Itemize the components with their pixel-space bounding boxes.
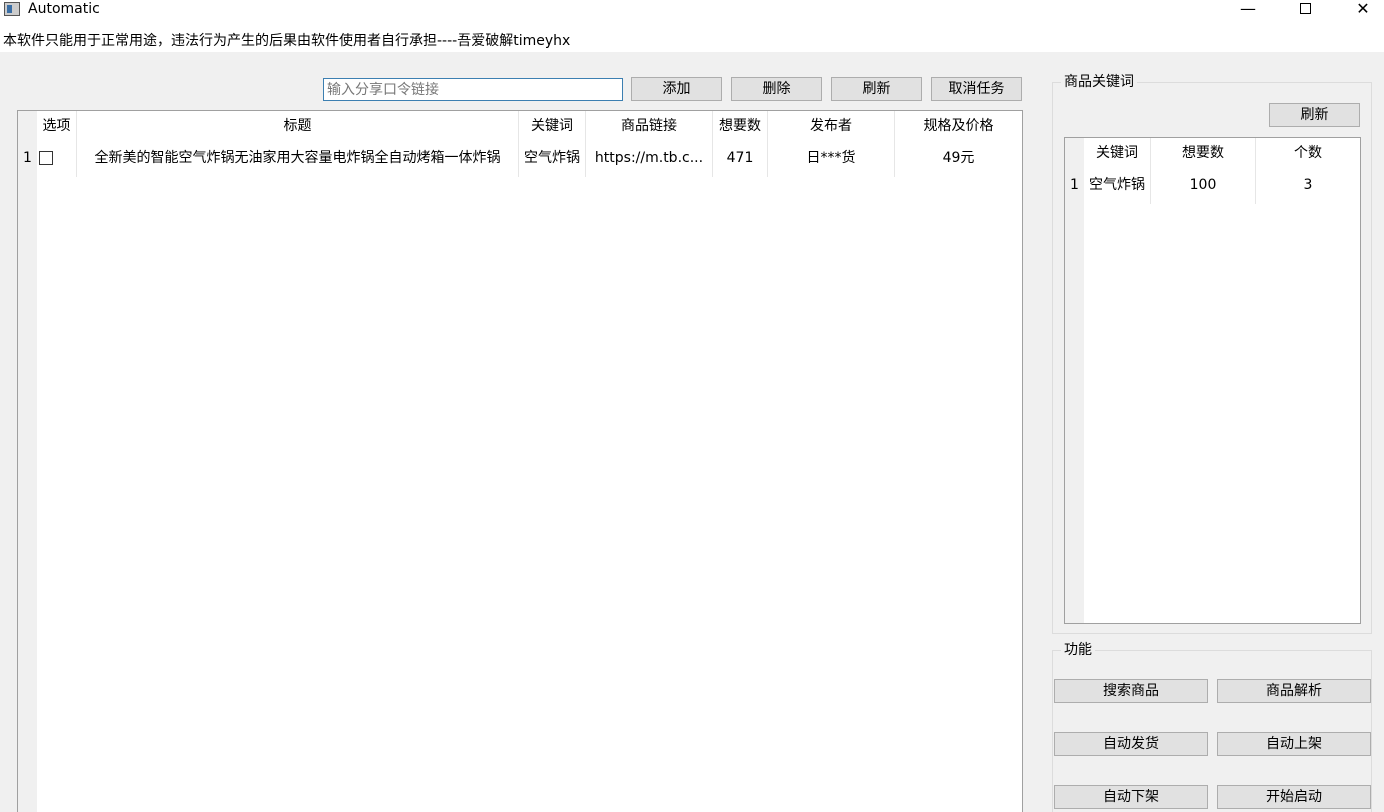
kw-count-cell: 3: [1256, 169, 1360, 204]
search-goods-button[interactable]: 搜索商品: [1054, 679, 1208, 703]
app-icon: [4, 2, 20, 16]
auto-list-button[interactable]: 自动上架: [1217, 732, 1371, 756]
row-checkbox[interactable]: [39, 151, 53, 165]
select-cell: [37, 142, 77, 177]
col-header-link[interactable]: 商品链接: [586, 111, 713, 142]
table-row[interactable]: 1 全新美的智能空气炸锅无油家用大容量电炸锅全自动烤箱一体炸锅 空气炸锅 htt…: [18, 142, 1022, 177]
row-number: 1: [18, 142, 37, 177]
keyword-cell: 空气炸锅: [519, 142, 586, 177]
col-header-want[interactable]: 想要数: [713, 111, 768, 142]
keyword-table[interactable]: 关键词 想要数 个数 1 空气炸锅 100 3: [1064, 137, 1361, 624]
close-icon[interactable]: ✕: [1340, 0, 1384, 20]
refresh-button[interactable]: 刷新: [831, 77, 922, 101]
kw-col-header-keyword[interactable]: 关键词: [1084, 138, 1151, 169]
kw-keyword-cell: 空气炸锅: [1084, 169, 1151, 204]
row-number: 1: [1065, 169, 1084, 204]
delete-button[interactable]: 删除: [731, 77, 822, 101]
table-row[interactable]: 1 空气炸锅 100 3: [1065, 169, 1360, 204]
window-title: Automatic: [28, 1, 100, 17]
spec-price-cell: 49元: [895, 142, 1022, 177]
col-header-select[interactable]: 选项: [37, 111, 77, 142]
kw-col-header-count[interactable]: 个数: [1256, 138, 1360, 169]
add-button[interactable]: 添加: [631, 77, 722, 101]
disclaimer-text: 本软件只能用于正常用途，违法行为产生的后果由软件使用者自行承担----吾爱破解t…: [3, 33, 571, 49]
col-header-publisher[interactable]: 发布者: [768, 111, 895, 142]
function-group-title: 功能: [1061, 641, 1095, 659]
maximize-icon[interactable]: [1282, 0, 1328, 20]
minimize-icon[interactable]: —: [1225, 0, 1271, 20]
notice-bar: 本软件只能用于正常用途，违法行为产生的后果由软件使用者自行承担----吾爱破解t…: [0, 20, 1384, 52]
share-link-input[interactable]: [323, 78, 623, 101]
publisher-cell: 日***货: [768, 142, 895, 177]
start-button[interactable]: 开始启动: [1217, 785, 1371, 809]
row-header-strip: [18, 111, 37, 812]
want-cell: 471: [713, 142, 768, 177]
link-cell: https://m.tb.c...: [586, 142, 713, 177]
keyword-row-header-strip: [1065, 138, 1084, 623]
kw-col-header-want[interactable]: 想要数: [1151, 138, 1256, 169]
kw-want-cell: 100: [1151, 169, 1256, 204]
keyword-group-title: 商品关键词: [1061, 73, 1137, 91]
title-cell: 全新美的智能空气炸锅无油家用大容量电炸锅全自动烤箱一体炸锅: [77, 142, 519, 177]
cancel-task-button[interactable]: 取消任务: [931, 77, 1022, 101]
title-bar: Automatic — ✕: [0, 0, 1384, 20]
col-header-keyword[interactable]: 关键词: [519, 111, 586, 142]
auto-delist-button[interactable]: 自动下架: [1054, 785, 1208, 809]
goods-table[interactable]: 选项 标题 关键词 商品链接 想要数 发布者 规格及价格 1 全新美的智能空气炸…: [17, 110, 1023, 812]
keyword-refresh-button[interactable]: 刷新: [1269, 103, 1360, 127]
col-header-spec-price[interactable]: 规格及价格: [895, 111, 1022, 142]
parse-goods-button[interactable]: 商品解析: [1217, 679, 1371, 703]
col-header-title[interactable]: 标题: [77, 111, 519, 142]
goods-table-header: 选项 标题 关键词 商品链接 想要数 发布者 规格及价格: [18, 111, 1022, 142]
auto-ship-button[interactable]: 自动发货: [1054, 732, 1208, 756]
